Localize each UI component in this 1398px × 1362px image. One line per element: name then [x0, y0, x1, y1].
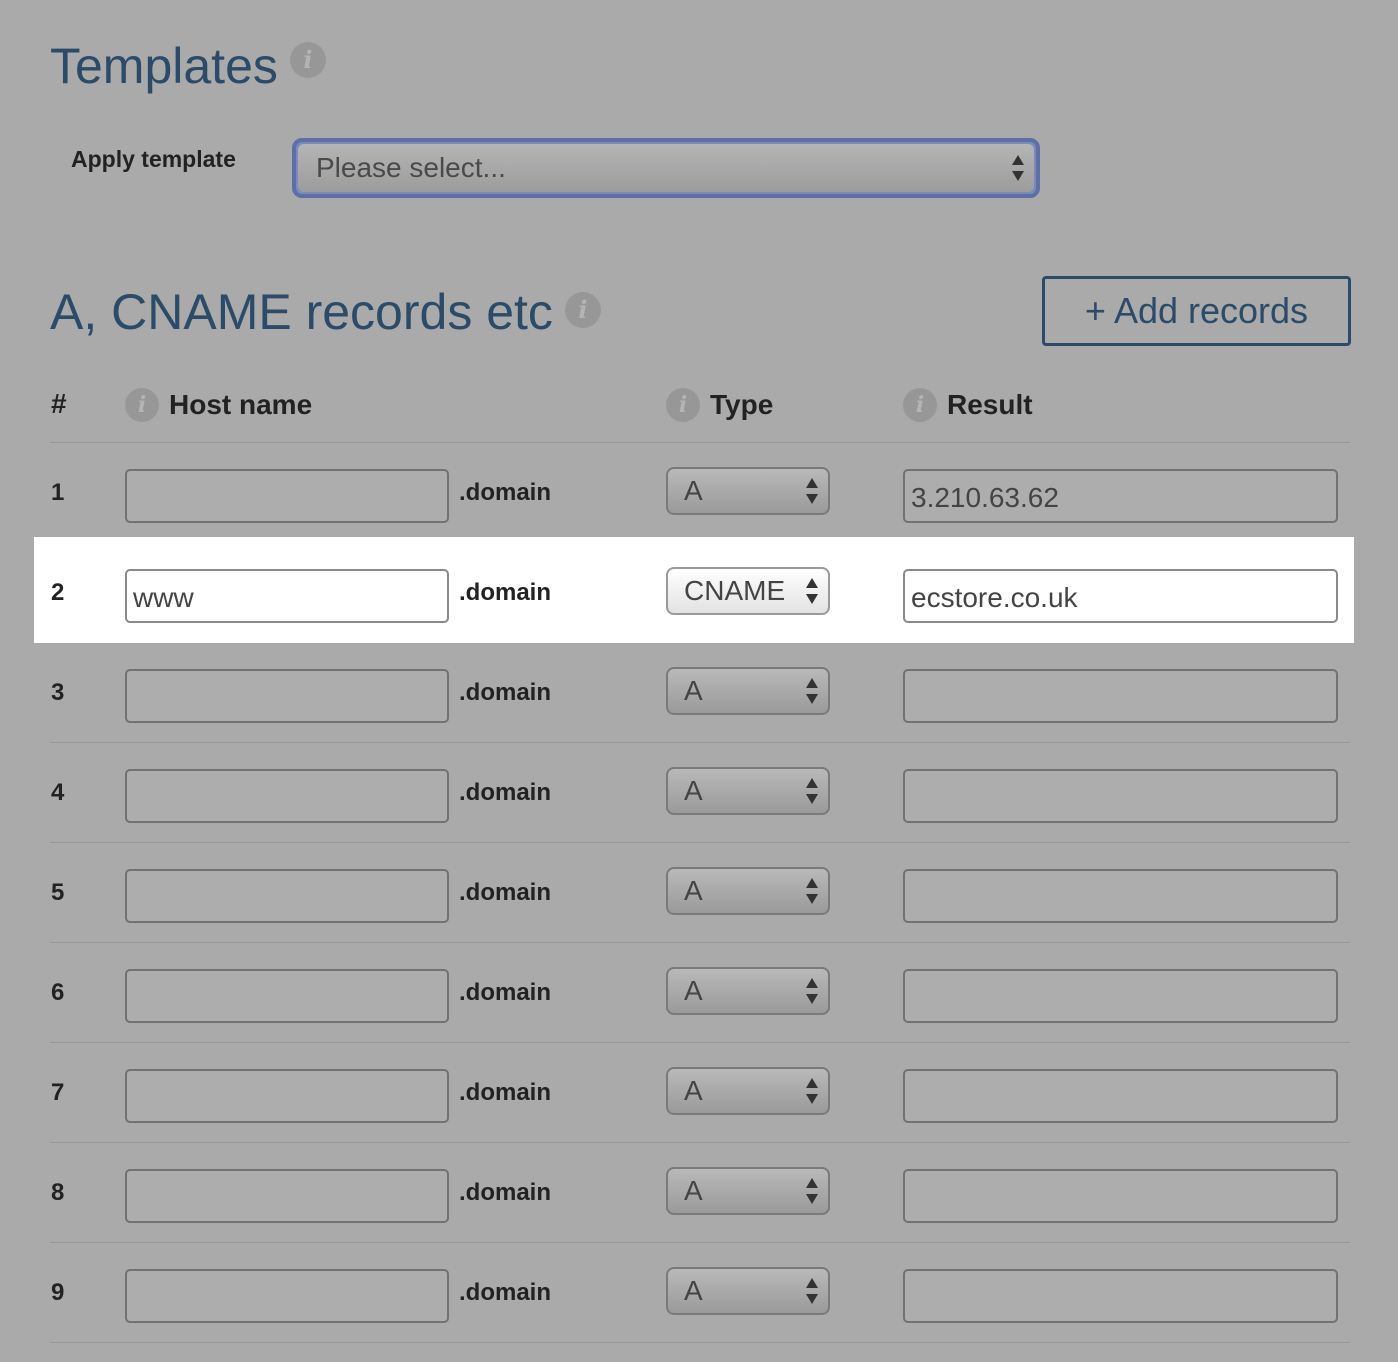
record-type-select[interactable]: A — [666, 867, 830, 915]
record-type-value: CNAME — [684, 575, 786, 606]
domain-suffix: .domain — [459, 579, 552, 606]
table-row: 3 .domain A — [34, 643, 1354, 743]
table-row: 6 .domain A — [34, 943, 1354, 1043]
table-row: 9 .domain A — [34, 1243, 1354, 1343]
result-input[interactable]: ecstore.co.uk — [903, 569, 1338, 623]
table-row: 8 .domain A — [34, 1143, 1354, 1243]
column-header-host: i Host name — [125, 388, 312, 422]
records-info-icon[interactable]: i — [564, 292, 601, 328]
select-arrows-icon — [806, 477, 818, 505]
host-name-input[interactable]: www — [125, 569, 449, 623]
row-divider — [50, 1342, 1350, 1343]
row-number: 5 — [51, 879, 65, 906]
result-info-icon[interactable]: i — [903, 388, 937, 422]
apply-template-select[interactable]: Please select... — [292, 138, 1040, 198]
select-arrows-icon — [806, 677, 818, 705]
type-info-icon[interactable]: i — [666, 388, 700, 422]
column-header-host-label: Host name — [169, 389, 313, 420]
apply-template-select-inner[interactable]: Please select... — [298, 144, 1034, 192]
record-type-select[interactable]: A — [666, 767, 830, 815]
domain-suffix: .domain — [459, 679, 552, 706]
record-type-value: A — [684, 475, 703, 506]
apply-template-select-value: Please select... — [316, 152, 506, 183]
domain-suffix: .domain — [459, 1079, 552, 1106]
host-info-icon[interactable]: i — [125, 388, 159, 422]
host-name-input[interactable] — [125, 669, 449, 723]
domain-suffix: .domain — [459, 479, 552, 506]
record-type-select[interactable]: A — [666, 667, 830, 715]
select-arrows-icon — [806, 977, 818, 1005]
record-type-value: A — [684, 775, 703, 806]
row-number: 1 — [51, 479, 65, 506]
row-number: 3 — [51, 679, 65, 706]
row-number: 2 — [51, 579, 65, 606]
table-row: 5 .domain A — [34, 843, 1354, 943]
host-name-input[interactable] — [125, 769, 449, 823]
host-name-input[interactable] — [125, 869, 449, 923]
select-arrows-icon — [806, 777, 818, 805]
add-records-button[interactable]: + Add records — [1042, 276, 1351, 346]
templates-heading: Templates i — [50, 36, 326, 96]
record-type-value: A — [684, 975, 703, 1006]
row-number: 8 — [51, 1179, 65, 1206]
select-arrows-icon — [806, 877, 818, 905]
host-name-input[interactable] — [125, 1269, 449, 1323]
host-name-input[interactable] — [125, 969, 449, 1023]
result-input[interactable] — [903, 1069, 1338, 1123]
apply-template-label: Apply template — [71, 146, 236, 172]
result-input[interactable] — [903, 1169, 1338, 1223]
record-type-select[interactable]: A — [666, 1067, 830, 1115]
row-number: 7 — [51, 1079, 65, 1106]
result-input[interactable] — [903, 669, 1338, 723]
column-header-result: i Result — [903, 388, 1033, 422]
column-header-type-label: Type — [710, 389, 774, 420]
row-number: 9 — [51, 1279, 65, 1306]
record-type-value: A — [684, 675, 703, 706]
records-heading: A, CNAME records etc i — [50, 282, 601, 342]
domain-suffix: .domain — [459, 879, 552, 906]
record-type-value: A — [684, 1175, 703, 1206]
select-arrows-icon — [806, 1077, 818, 1105]
row-number: 6 — [51, 979, 65, 1006]
select-arrows-icon — [1012, 154, 1024, 182]
table-row: 1 .domain A 3.210.63.62 — [34, 443, 1354, 543]
table-row: 4 .domain A — [34, 743, 1354, 843]
record-type-select[interactable]: A — [666, 467, 830, 515]
host-name-input[interactable] — [125, 1069, 449, 1123]
column-header-result-label: Result — [947, 389, 1033, 420]
result-input[interactable] — [903, 769, 1338, 823]
record-type-select[interactable]: A — [666, 967, 830, 1015]
host-name-input[interactable] — [125, 469, 449, 523]
domain-suffix: .domain — [459, 1279, 552, 1306]
record-type-select[interactable]: A — [666, 1267, 830, 1315]
result-input[interactable]: 3.210.63.62 — [903, 469, 1338, 523]
domain-suffix: .domain — [459, 779, 552, 806]
record-type-select[interactable]: A — [666, 1167, 830, 1215]
domain-suffix: .domain — [459, 1179, 552, 1206]
select-arrows-icon — [806, 1277, 818, 1305]
record-type-select[interactable]: CNAME — [666, 567, 830, 615]
select-arrows-icon — [806, 577, 818, 605]
column-header-number: # — [51, 388, 67, 419]
select-arrows-icon — [806, 1177, 818, 1205]
host-name-input[interactable] — [125, 1169, 449, 1223]
templates-info-icon[interactable]: i — [289, 42, 326, 78]
column-header-type: i Type — [666, 388, 773, 422]
result-input[interactable] — [903, 1269, 1338, 1323]
result-input[interactable] — [903, 869, 1338, 923]
table-row: 2 www .domain CNAME ecstore.co.uk — [34, 537, 1354, 643]
record-type-value: A — [684, 1075, 703, 1106]
row-number: 4 — [51, 779, 65, 806]
domain-suffix: .domain — [459, 979, 552, 1006]
record-type-value: A — [684, 1275, 703, 1306]
result-input[interactable] — [903, 969, 1338, 1023]
record-type-value: A — [684, 875, 703, 906]
records-title: A, CNAME records etc — [50, 284, 553, 340]
table-row: 7 .domain A — [34, 1043, 1354, 1143]
templates-title: Templates — [50, 38, 278, 94]
